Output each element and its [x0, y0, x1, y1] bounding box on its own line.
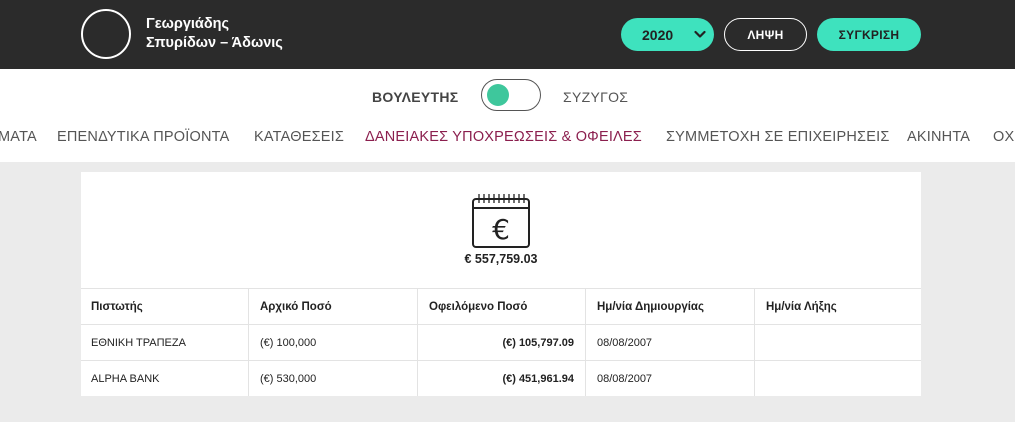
top-bar: Γεωργιάδης Σπυρίδων – Άδωνις 2020 ΛΗΨΗ Σ…	[0, 0, 1015, 69]
created-date-cell: 08/08/2007	[585, 325, 754, 360]
table-row: ALPHA BANK (€) 530,000 (€) 451,961.94 08…	[81, 360, 921, 396]
tab-real-estate[interactable]: ΑΚΙΝΗΤΑ	[907, 129, 970, 145]
loans-card: € € 557,759.03 Πιστωτής Αρχικό Ποσό Οφει…	[81, 172, 921, 396]
avatar	[81, 9, 131, 59]
tab-loan-obligations[interactable]: ΔΑΝΕΙΑΚΕΣ ΥΠΟΧΡΕΩΣΕΙΣ & ΟΦΕΙΛΕΣ	[365, 129, 642, 145]
table-row: ΕΘΝΙΚΗ ΤΡΑΠΕΖΑ (€) 100,000 (€) 105,797.0…	[81, 324, 921, 360]
euro-calendar-icon: €	[472, 194, 530, 248]
table-header-row: Πιστωτής Αρχικό Ποσό Οφειλόμενο Ποσό Ημ/…	[81, 288, 921, 324]
column-header: Ημ/νία Δημιουργίας	[585, 289, 754, 324]
tab-partial-right[interactable]: ΟΧ	[993, 129, 1014, 145]
person-name: Γεωργιάδης Σπυρίδων – Άδωνις	[146, 15, 283, 53]
column-header: Αρχικό Ποσό	[248, 289, 417, 324]
total-amount: € 557,759.03	[464, 252, 538, 266]
role-toggle-bar: ΒΟΥΛΕΥΤΗΣ ΣΥΖΥΓΟΣ	[0, 69, 1015, 123]
compare-button[interactable]: ΣΥΓΚΡΙΣΗ	[817, 18, 921, 51]
column-header: Οφειλόμενο Ποσό	[417, 289, 585, 324]
creditor-cell: ALPHA BANK	[91, 372, 160, 385]
creditor-cell: ΕΘΝΙΚΗ ΤΡΑΠΕΖΑ	[91, 336, 186, 349]
loans-table: Πιστωτής Αρχικό Ποσό Οφειλόμενο Ποσό Ημ/…	[81, 288, 921, 396]
toggle-knob	[487, 84, 509, 106]
person-name-line1: Γεωργιάδης	[146, 16, 230, 32]
initial-amount-cell: (€) 530,000	[248, 361, 417, 396]
expiry-date-cell	[754, 361, 921, 396]
tab-deposits[interactable]: ΚΑΤΑΘΕΣΕΙΣ	[254, 129, 344, 145]
created-date-cell: 08/08/2007	[585, 361, 754, 396]
category-tabs: ΜΑΤΑ ΕΠΕΝΔΥΤΙΚΑ ΠΡΟΪΟΝΤΑ ΚΑΤΑΘΕΣΕΙΣ ΔΑΝΕ…	[0, 123, 1015, 162]
expiry-date-cell	[754, 325, 921, 360]
column-header: Πιστωτής	[91, 300, 143, 313]
tab-investment-products[interactable]: ΕΠΕΝΔΥΤΙΚΑ ΠΡΟΪΟΝΤΑ	[57, 129, 229, 145]
column-header: Ημ/νία Λήξης	[754, 289, 921, 324]
person-name-line2: Σπυρίδων – Άδωνις	[146, 35, 283, 51]
owed-amount-cell: (€) 105,797.09	[417, 325, 585, 360]
tab-business-participation[interactable]: ΣΥΜΜΕΤΟΧΗ ΣΕ ΕΠΙΧΕΙΡΗΣΕΙΣ	[666, 129, 889, 145]
download-button[interactable]: ΛΗΨΗ	[724, 18, 807, 51]
svg-text:€: €	[492, 213, 510, 246]
chevron-down-icon	[694, 30, 706, 38]
initial-amount-cell: (€) 100,000	[248, 325, 417, 360]
year-value: 2020	[642, 27, 674, 43]
toggle-label-spouse[interactable]: ΣΥΖΥΓΟΣ	[563, 89, 628, 105]
toggle-label-mp[interactable]: ΒΟΥΛΕΥΤΗΣ	[372, 89, 458, 105]
year-select[interactable]: 2020	[621, 18, 714, 51]
role-toggle-switch[interactable]	[481, 79, 541, 111]
tab-partial-left[interactable]: ΜΑΤΑ	[0, 129, 37, 145]
owed-amount-cell: (€) 451,961.94	[417, 361, 585, 396]
